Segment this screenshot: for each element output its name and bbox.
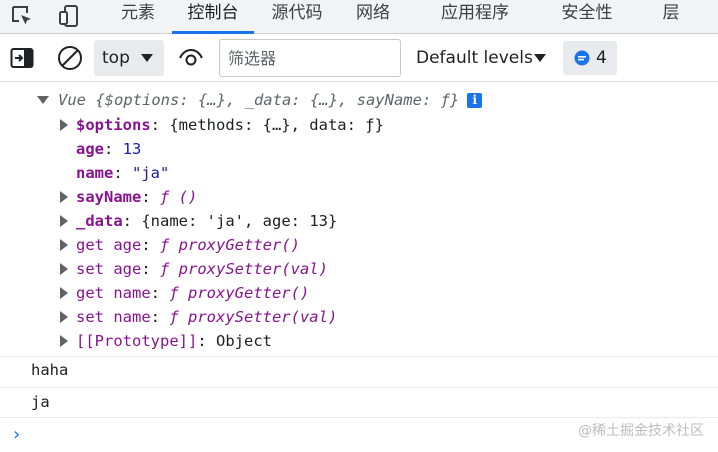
inspect-element-icon[interactable]	[8, 2, 36, 30]
property-value: ƒ ()	[160, 188, 198, 206]
chevron-down-icon	[141, 54, 153, 62]
expand-arrow-icon[interactable]	[60, 191, 68, 203]
property-row[interactable]: set name: ƒ proxySetter(val)	[0, 305, 718, 329]
log-message: haha	[31, 361, 69, 379]
object-preview: {$options: {…}, _data: {…}, sayName: ƒ}	[95, 91, 460, 109]
console-prompt-icon[interactable]: ›	[13, 426, 20, 444]
property-value: ƒ proxyGetter()	[160, 236, 300, 254]
property-value: ƒ proxySetter(val)	[169, 308, 338, 326]
property-key: set age	[76, 260, 142, 278]
expand-arrow-icon[interactable]	[60, 311, 68, 323]
property-row[interactable]: sayName: ƒ ()	[0, 185, 718, 209]
property-key: sayName	[76, 188, 142, 206]
issues-button[interactable]: 4	[563, 41, 617, 75]
property-row: age: 13	[76, 140, 142, 158]
property-row[interactable]: $options: {methods: {…}, data: ƒ}	[0, 113, 718, 137]
context-selector[interactable]: top	[94, 40, 164, 76]
message-divider	[0, 417, 718, 418]
device-toolbar-icon[interactable]	[55, 2, 83, 30]
expand-arrow-icon[interactable]	[60, 215, 68, 227]
property-key: [[Prototype]]	[76, 332, 198, 350]
expand-arrow-icon[interactable]	[60, 287, 68, 299]
property-key: name	[76, 164, 114, 182]
show-sidebar-icon[interactable]	[8, 44, 36, 72]
object-summary-row[interactable]: Vue {$options: {…}, _data: {…}, sayName:…	[0, 88, 718, 112]
chevron-down-icon	[534, 54, 546, 62]
console-output: Vue {$options: {…}, _data: {…}, sayName:…	[0, 83, 718, 452]
expand-arrow-icon[interactable]	[37, 96, 49, 104]
tab-console-label: 控制台	[187, 3, 239, 23]
log-message: ja	[31, 393, 50, 411]
tab-console[interactable]: 控制台	[172, 0, 254, 34]
property-key: age	[76, 140, 104, 158]
property-row[interactable]: get age: ƒ proxyGetter()	[0, 233, 718, 257]
tab-sources[interactable]: 源代码	[267, 0, 327, 34]
property-key: get age	[76, 236, 142, 254]
devtools-tabbar: 元素 控制台 源代码 网络 应用程序 安全性 层	[0, 0, 718, 34]
tab-layers[interactable]: 层	[660, 0, 682, 34]
message-icon	[574, 50, 590, 66]
property-value: ƒ proxySetter(val)	[160, 260, 328, 278]
tab-application[interactable]: 应用程序	[436, 0, 514, 34]
context-selector-value: top	[102, 48, 130, 68]
clear-console-icon[interactable]	[56, 44, 84, 72]
property-key: set name	[76, 308, 151, 326]
expand-arrow-icon[interactable]	[60, 119, 68, 131]
property-key: get name	[76, 284, 151, 302]
message-divider	[0, 356, 718, 357]
tab-network[interactable]: 网络	[352, 0, 394, 34]
property-row[interactable]: set age: ƒ proxySetter(val)	[0, 257, 718, 281]
property-key: $options	[76, 116, 151, 134]
issues-count: 4	[596, 48, 607, 68]
property-value: ƒ proxyGetter()	[169, 284, 310, 302]
property-value: {name: 'ja', age: 13}	[141, 212, 338, 230]
tab-elements[interactable]: 元素	[117, 0, 159, 34]
console-toolbar: top Default levels 4	[0, 34, 718, 82]
object-class-name: Vue	[58, 91, 96, 109]
watermark: @稀土掘金技术社区	[578, 423, 704, 439]
tab-security[interactable]: 安全性	[557, 0, 617, 34]
property-value: Object	[216, 332, 272, 350]
live-expression-eye-icon[interactable]	[177, 44, 205, 72]
property-row[interactable]: get name: ƒ proxyGetter()	[0, 281, 718, 305]
property-row: name: "ja"	[76, 164, 170, 182]
log-levels-dropdown[interactable]: Default levels	[416, 40, 554, 76]
expand-arrow-icon[interactable]	[60, 335, 68, 347]
filter-input[interactable]	[219, 39, 401, 77]
message-divider	[0, 387, 718, 388]
info-icon[interactable]: i	[467, 93, 483, 108]
property-key: _data	[76, 212, 123, 230]
log-levels-label: Default levels	[416, 48, 533, 68]
property-row[interactable]: [[Prototype]]: Object	[0, 329, 718, 353]
expand-arrow-icon[interactable]	[60, 263, 68, 275]
expand-arrow-icon[interactable]	[60, 239, 68, 251]
property-value: {methods: {…}, data: ƒ}	[169, 116, 384, 134]
property-value: 13	[122, 140, 142, 158]
property-value: "ja"	[132, 164, 170, 182]
property-row[interactable]: _data: {name: 'ja', age: 13}	[0, 209, 718, 233]
